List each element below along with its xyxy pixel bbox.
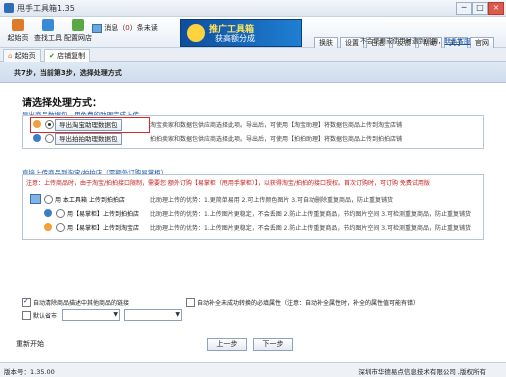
paipai-icon (33, 134, 41, 142)
clear-links-label: 自动清除商品描述中其他商品的链接 (33, 300, 130, 307)
message-unread: 条未读 (136, 24, 158, 32)
contact-support-link[interactable]: 联系客服 (445, 37, 471, 45)
auto-complete-label: 自动补全未成功转换的必填属性（注意：自动补全属性时，补全的属性值可能有错） (197, 300, 420, 307)
export-taobao-button[interactable]: 导出淘宝助理数据包 (55, 119, 122, 131)
status-bar: 版本号：1.35.00 深圳市华德易点信息技术有限公司 ,版权所有 (0, 362, 506, 377)
title-bar: 甩手工具箱1.35 ─ □ × (0, 0, 506, 17)
message-indicator[interactable]: 消息（0）条未读 (92, 23, 158, 33)
taobao-icon (33, 120, 41, 128)
auto-complete-checkbox[interactable] (186, 298, 195, 307)
direct-taobao-label[interactable]: 用【易掌柜】上传到淘宝店 (67, 223, 139, 232)
tab-start-page[interactable]: ⌂ 起始页 (3, 49, 41, 62)
home-icon: ⌂ (8, 52, 13, 60)
direct-toolbox-desc: 比助理上传的优势：1.更简单易用 2.可上传颜色图片 3.可自动删除重复商品，防… (150, 197, 393, 204)
restart-link[interactable]: 重新开始 (16, 339, 44, 349)
close-button[interactable]: × (488, 2, 504, 15)
config-shop-button[interactable]: 配置网店 (63, 19, 93, 43)
version-text: 版本号：1.35.00 (4, 368, 55, 376)
minimize-button[interactable]: ─ (456, 2, 472, 15)
shop-icon (72, 19, 84, 31)
page-title: 请选择处理方式： (22, 98, 102, 109)
copyright-text: 深圳市华德易点信息技术有限公司 ,版权所有 (358, 368, 486, 376)
api-warning: 注意：上传商品时，由于淘宝/拍拍接口限制，需要您 额外订购【易掌柜（甩用手掌柜）… (26, 180, 430, 187)
default-region-label: 默认省市 (33, 313, 58, 320)
direct-paipai-radio[interactable] (56, 209, 65, 218)
step-text: 共7步，当前第3步，选择处理方式 (14, 69, 122, 77)
config-shop-label: 配置网店 (64, 34, 92, 42)
support-notice: 不会使用或使用时遇到问题，联系客服 (360, 35, 471, 45)
tab-shop-copy[interactable]: ✔ 店铺复制 (44, 49, 91, 62)
direct-toolbox-label[interactable]: 用 本工具箱 上传到拍拍店 (55, 195, 125, 204)
tab-start-label: 起始页 (14, 52, 36, 60)
chevron-down-icon: ▼ (113, 311, 118, 318)
direct-taobao-desc: 比助理上传的优势：1.上传图片更稳定，不会丢图 2.防止上传重复商品，节约图片空… (150, 225, 471, 232)
home-icon (12, 19, 24, 31)
toolbox-icon (30, 194, 41, 204)
app-icon (4, 3, 14, 13)
promo-banner[interactable]: 推广工具箱 获高额分成 (180, 19, 302, 47)
province-select[interactable]: ▼ (62, 309, 120, 321)
maximize-button[interactable]: □ (472, 2, 488, 15)
direct-toolbox-radio[interactable] (44, 195, 53, 204)
paipai-icon (44, 209, 52, 217)
banner-line2: 获高额分成 (215, 34, 255, 43)
message-label: 消息 (104, 24, 119, 32)
step-header: 共7步，当前第3步，选择处理方式 (0, 62, 506, 83)
search-icon (42, 19, 54, 31)
coin-icon (187, 24, 205, 42)
export-taobao-desc: 淘宝卖家和数据包供应商选择此项。导出后，可使用【淘宝助理】将数据包商品上传到淘宝… (150, 122, 403, 129)
export-paipai-radio[interactable] (45, 134, 54, 143)
start-page-label: 起始页 (7, 34, 29, 42)
notice-text: 不会使用或使用时遇到问题， (360, 37, 445, 45)
taobao-icon (44, 223, 52, 231)
mail-icon (92, 23, 102, 33)
check-icon: ✔ (49, 52, 55, 60)
direct-paipai-desc: 比助理上传的优势：1.上传图片更稳定，不会丢图 2.防止上传重复商品，节约图片空… (150, 211, 471, 218)
export-paipai-button[interactable]: 导出拍拍助理数据包 (55, 133, 122, 145)
city-select[interactable]: ▼ (124, 309, 182, 321)
default-region-checkbox[interactable] (22, 311, 31, 320)
chevron-down-icon: ▼ (175, 311, 180, 318)
message-count: 0 (125, 24, 130, 32)
window-title: 甩手工具箱1.35 (17, 4, 75, 13)
export-taobao-radio[interactable] (45, 120, 54, 129)
direct-paipai-label[interactable]: 用【易掌柜】上传到拍拍店 (67, 209, 139, 218)
search-tool-label: 查找工具 (34, 34, 62, 42)
start-page-button[interactable]: 起始页 (3, 19, 33, 43)
direct-taobao-radio[interactable] (56, 223, 65, 232)
search-tool-button[interactable]: 查找工具 (33, 19, 63, 43)
prev-step-button[interactable]: 上一步 (207, 338, 247, 351)
export-paipai-desc: 拍拍卖家和数据包供应商选择此项。导出后，可使用【拍拍助理】将数据包商品上传到拍拍… (150, 136, 403, 143)
clear-links-checkbox[interactable] (22, 297, 31, 307)
tab-shop-copy-label: 店铺复制 (57, 52, 86, 60)
next-step-button[interactable]: 下一步 (253, 338, 293, 351)
